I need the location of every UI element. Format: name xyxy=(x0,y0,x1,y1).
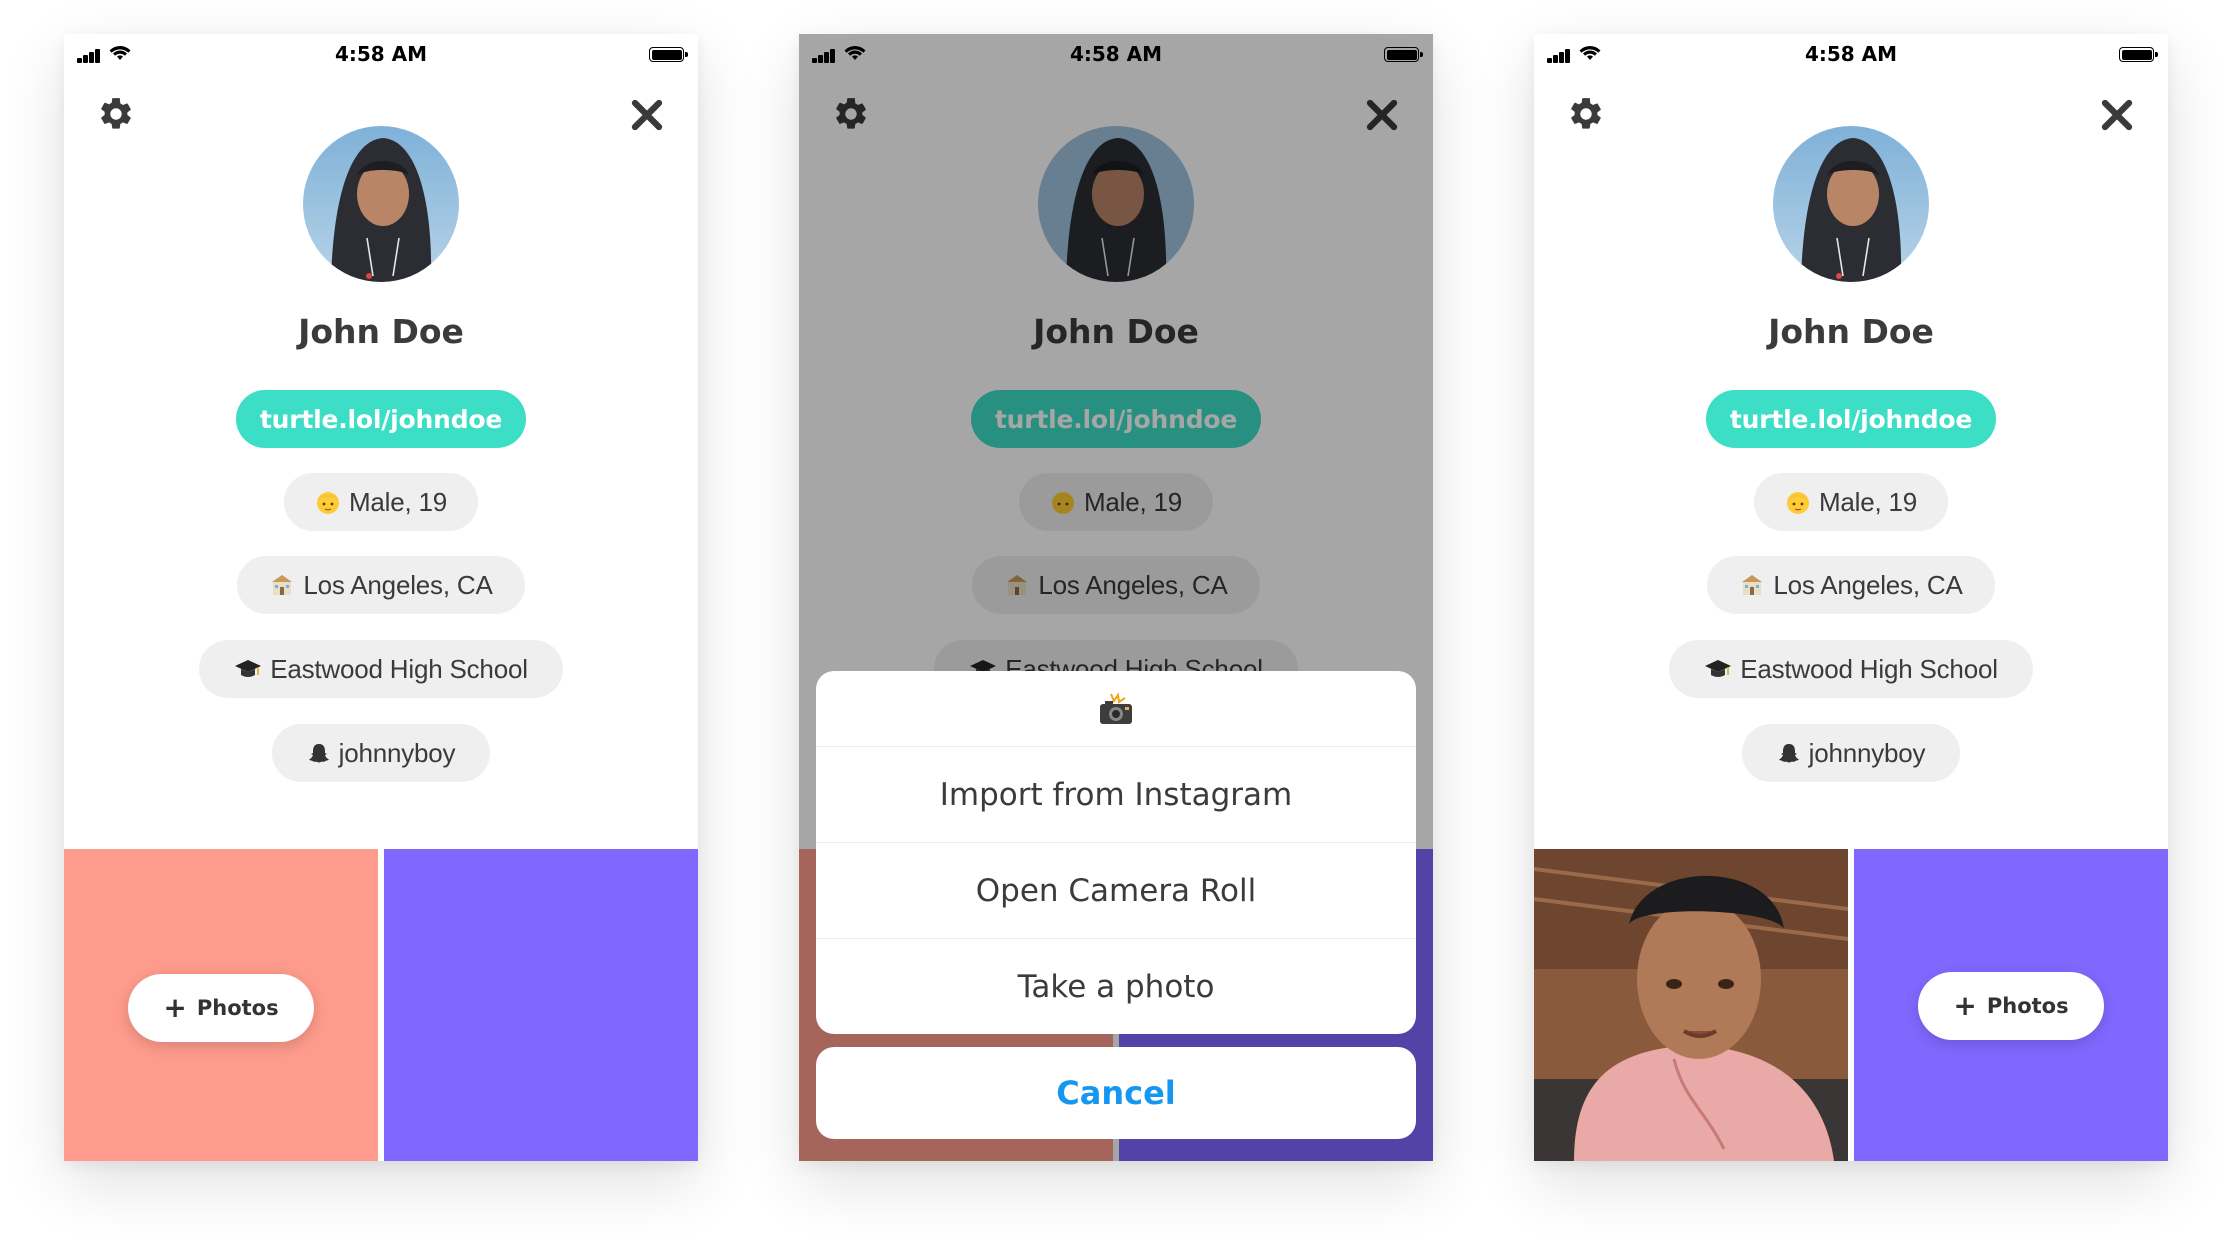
avatar[interactable] xyxy=(303,126,459,282)
battery-icon xyxy=(2119,47,2158,62)
profile-screen-2: 4:58 AM John Doe turtle.lol/johndoe Male… xyxy=(799,34,1433,1161)
gear-icon[interactable] xyxy=(1567,95,1605,133)
school-pill[interactable]: Eastwood High School xyxy=(1669,640,2033,698)
add-photos-label: Photos xyxy=(1986,994,2069,1018)
school-pill[interactable]: Eastwood High School xyxy=(199,640,563,698)
profile-link-button[interactable]: turtle.lol/johndoe xyxy=(1706,390,1996,448)
school-building-icon xyxy=(269,572,295,598)
snapchat-ghost-icon xyxy=(307,741,331,765)
profile-link-button[interactable]: turtle.lol/johndoe xyxy=(236,390,526,448)
action-sheet-header xyxy=(816,671,1416,747)
profile-screen-3: 4:58 AM John Doe turtle.lol/johndoe Male… xyxy=(1534,34,2168,1161)
location-pill[interactable]: Los Angeles, CA xyxy=(237,556,525,614)
snapchat-text: johnnyboy xyxy=(1808,737,1926,768)
snapchat-ghost-icon xyxy=(1777,741,1801,765)
import-instagram-option[interactable]: Import from Instagram xyxy=(816,747,1416,843)
gender-age-text: Male, 19 xyxy=(348,486,448,517)
graduation-cap-icon xyxy=(234,656,262,682)
plus-icon: + xyxy=(1953,989,1977,1022)
photo-source-action-sheet: Import from Instagram Open Camera Roll T… xyxy=(816,671,1416,1034)
photo-slot-2[interactable] xyxy=(384,849,698,1161)
camera-flash-icon xyxy=(1100,691,1132,724)
status-bar: 4:58 AM xyxy=(1534,34,2168,74)
snapchat-pill[interactable]: johnnyboy xyxy=(272,724,490,782)
graduation-cap-icon xyxy=(1704,656,1732,682)
school-text: Eastwood High School xyxy=(270,653,528,684)
school-building-icon xyxy=(1739,572,1765,598)
snapchat-pill[interactable]: johnnyboy xyxy=(1742,724,1960,782)
close-icon[interactable] xyxy=(629,97,665,133)
plus-icon: + xyxy=(163,991,187,1024)
add-photos-button[interactable]: + Photos xyxy=(128,974,314,1042)
close-icon[interactable] xyxy=(2099,97,2135,133)
open-camera-roll-option[interactable]: Open Camera Roll xyxy=(816,843,1416,939)
profile-name: John Doe xyxy=(298,312,464,351)
profile-name: John Doe xyxy=(1768,312,1934,351)
mockup-stage: 4:58 AM John Doe turtle.lol/johndoe Male… xyxy=(0,0,2230,1256)
status-bar: 4:58 AM xyxy=(64,34,698,74)
avatar[interactable] xyxy=(1773,126,1929,282)
status-time: 4:58 AM xyxy=(334,42,428,66)
school-text: Eastwood High School xyxy=(1740,653,1998,684)
user-photo-1[interactable] xyxy=(1534,849,1848,1161)
face-emoji-icon xyxy=(1785,489,1811,515)
face-emoji-icon xyxy=(315,489,341,515)
add-photos-label: Photos xyxy=(196,996,279,1020)
location-text: Los Angeles, CA xyxy=(1773,569,1963,600)
status-time: 4:58 AM xyxy=(1804,42,1898,66)
location-pill[interactable]: Los Angeles, CA xyxy=(1707,556,1995,614)
battery-icon xyxy=(649,47,688,62)
gender-age-pill[interactable]: Male, 19 xyxy=(284,473,478,531)
profile-screen-1: 4:58 AM John Doe turtle.lol/johndoe Male… xyxy=(64,34,698,1161)
gender-age-pill[interactable]: Male, 19 xyxy=(1754,473,1948,531)
gear-icon[interactable] xyxy=(97,95,135,133)
add-photos-button[interactable]: + Photos xyxy=(1918,972,2104,1040)
location-text: Los Angeles, CA xyxy=(303,569,493,600)
gender-age-text: Male, 19 xyxy=(1818,486,1918,517)
snapchat-text: johnnyboy xyxy=(338,737,456,768)
take-photo-option[interactable]: Take a photo xyxy=(816,939,1416,1034)
cancel-button[interactable]: Cancel xyxy=(816,1047,1416,1139)
